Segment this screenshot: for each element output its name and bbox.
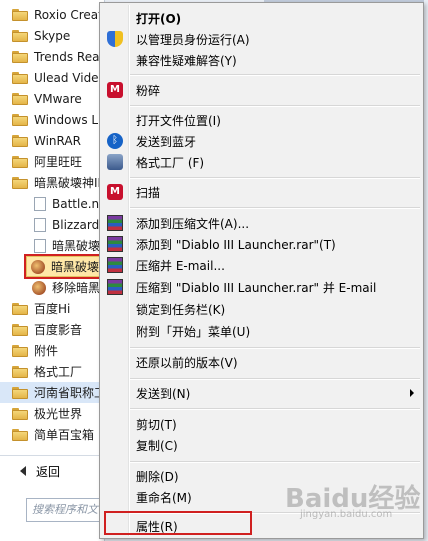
- menu-item-run-as-admin[interactable]: 以管理员身份运行(A): [103, 29, 420, 50]
- list-item[interactable]: VMware: [0, 88, 104, 109]
- menu-separator: [130, 207, 420, 209]
- menu-item-send-to[interactable]: 发送到(N): [103, 383, 420, 404]
- folder-icon: [12, 71, 28, 84]
- list-item[interactable]: Ulead VideoStudio: [0, 67, 104, 88]
- triangle-left-icon: [20, 466, 26, 476]
- folder-icon: [12, 386, 28, 399]
- list-item[interactable]: 暗黑破壊: [0, 235, 104, 256]
- list-item[interactable]: Skype: [0, 25, 104, 46]
- menu-item-troubleshoot-compat[interactable]: 兼容性疑难解答(Y): [103, 50, 420, 71]
- list-item[interactable]: Blizzard: [0, 214, 104, 235]
- menu-item-cut[interactable]: 剪切(T): [103, 414, 420, 435]
- menu-separator: [130, 378, 420, 380]
- mcafee-icon: M: [107, 82, 123, 98]
- menu-separator: [130, 177, 420, 179]
- folder-icon: [12, 134, 28, 147]
- list-item[interactable]: 百度Hi: [0, 298, 104, 319]
- folder-icon: [12, 302, 28, 315]
- winrar-icon: [107, 257, 123, 273]
- folder-icon: [12, 155, 28, 168]
- list-item[interactable]: WinRAR: [0, 130, 104, 151]
- highlight-box-properties: [104, 511, 252, 535]
- menu-item-add-to-archive[interactable]: 添加到压缩文件(A)...: [103, 213, 420, 234]
- menu-item-compress-rar-email[interactable]: 压缩到 "Diablo III Launcher.rar" 并 E-mail: [103, 277, 420, 298]
- format-factory-icon: [107, 154, 123, 170]
- diablo-icon: [32, 280, 46, 295]
- list-item[interactable]: Windows Live: [0, 109, 104, 130]
- menu-item-add-to-rar[interactable]: 添加到 "Diablo III Launcher.rar"(T): [103, 234, 420, 255]
- winrar-icon: [107, 279, 123, 295]
- folder-icon: [12, 407, 28, 420]
- menu-item-shred[interactable]: M 粉碎: [103, 80, 420, 101]
- menu-item-restore-previous[interactable]: 还原以前的版本(V): [103, 352, 420, 373]
- context-menu: 打开(O) 以管理员身份运行(A) 兼容性疑难解答(Y) M 粉碎 打开文件位置(…: [99, 2, 424, 539]
- folder-icon: [12, 344, 28, 357]
- menu-item-format-factory[interactable]: 格式工厂 (F): [103, 152, 420, 173]
- menu-separator: [130, 105, 420, 107]
- menu-separator: [130, 408, 420, 410]
- list-item-hover[interactable]: 河南省职称工: [0, 382, 104, 403]
- list-item[interactable]: 附件: [0, 340, 104, 361]
- uac-shield-icon: [107, 31, 123, 47]
- watermark-url: jingyan.baidu.com: [300, 509, 393, 520]
- list-item[interactable]: 简单百宝箱: [0, 424, 104, 445]
- list-item[interactable]: 阿里旺旺: [0, 151, 104, 172]
- winrar-icon: [107, 215, 123, 231]
- folder-icon: [12, 8, 28, 21]
- list-item[interactable]: Battle.net: [0, 193, 104, 214]
- file-icon: [34, 196, 46, 211]
- file-icon: [34, 217, 46, 232]
- file-icon: [34, 238, 46, 253]
- submenu-arrow-icon: [410, 389, 414, 397]
- list-item[interactable]: Trends Ready: [0, 46, 104, 67]
- list-item[interactable]: 极光世界: [0, 403, 104, 424]
- menu-item-open[interactable]: 打开(O): [103, 8, 420, 29]
- menu-item-send-bluetooth[interactable]: ᛒ 发送到蓝牙: [103, 131, 420, 152]
- folder-icon: [12, 365, 28, 378]
- folder-icon: [12, 29, 28, 42]
- list-item[interactable]: 暗黑破壊神III: [0, 172, 104, 193]
- menu-separator: [130, 461, 420, 463]
- menu-separator: [130, 347, 420, 349]
- folder-icon: [12, 428, 28, 441]
- list-item[interactable]: Roxio Creator: [0, 4, 104, 25]
- menu-item-pin-start-menu[interactable]: 附到「开始」菜单(U): [103, 321, 420, 342]
- highlight-box: [24, 254, 104, 279]
- folder-icon: [12, 92, 28, 105]
- mcafee-icon: M: [107, 184, 123, 200]
- menu-item-pin-taskbar[interactable]: 锁定到任务栏(K): [103, 299, 420, 320]
- menu-item-open-file-location[interactable]: 打开文件位置(I): [103, 110, 420, 131]
- menu-separator: [130, 74, 420, 76]
- back-button[interactable]: 返回: [0, 460, 104, 482]
- winrar-icon: [107, 236, 123, 252]
- folder-icon: [12, 113, 28, 126]
- bluetooth-icon: ᛒ: [107, 133, 123, 149]
- list-item[interactable]: 格式工厂: [0, 361, 104, 382]
- divider: [0, 455, 104, 456]
- menu-item-scan[interactable]: M 扫描: [103, 182, 420, 203]
- menu-item-copy[interactable]: 复制(C): [103, 435, 420, 456]
- list-item[interactable]: 移除暗黑: [0, 277, 104, 298]
- menu-item-compress-email[interactable]: 压缩并 E-mail...: [103, 255, 420, 276]
- back-label: 返回: [36, 464, 61, 479]
- folder-icon: [12, 176, 28, 189]
- folder-icon: [12, 50, 28, 63]
- list-item[interactable]: 百度影音: [0, 319, 104, 340]
- folder-icon: [12, 323, 28, 336]
